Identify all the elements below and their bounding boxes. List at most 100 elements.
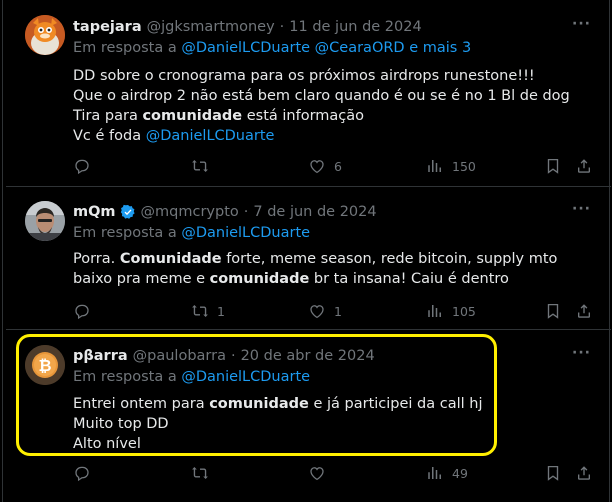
avatar[interactable] [25, 201, 65, 241]
bookmark-icon [547, 158, 559, 174]
tweet-header: tapejara @jgksmartmoney · 11 de jun de 2… [73, 17, 422, 37]
display-name[interactable]: mQm [73, 204, 116, 220]
text-span: está informação [242, 108, 365, 124]
more-icon[interactable]: ··· [572, 16, 591, 32]
timestamp[interactable]: 7 de jun de 2024 [253, 204, 376, 220]
like-button[interactable]: 1 [308, 302, 342, 320]
timestamp[interactable]: 11 de jun de 2024 [289, 19, 421, 35]
avatar-image [25, 201, 65, 241]
text-line: Vc é foda @DanielLCDuarte [73, 126, 593, 146]
views-icon [428, 467, 441, 479]
tweet-text: Entrei ontem para comunidade e já partic… [73, 394, 593, 454]
handle[interactable]: @paulobarra [133, 348, 226, 364]
timestamp[interactable]: 20 de abr de 2024 [241, 348, 375, 364]
share-icon [578, 466, 590, 480]
keyword-highlight: comunidade [142, 108, 243, 124]
repost-icon [192, 160, 208, 172]
bookmark-button[interactable] [544, 302, 562, 320]
views-count: 150 [452, 158, 476, 174]
tweet[interactable]: ₿ pβarra @paulobarra · 20 de abr de 2024… [6, 330, 611, 502]
svg-text:₿: ₿ [38, 356, 51, 375]
text-span: br ta insana! Caiu é dentro [309, 271, 509, 287]
reply-context: Em resposta a @DanielLCDuarte [73, 369, 310, 385]
timeline: tapejara @jgksmartmoney · 11 de jun de 2… [2, 0, 611, 502]
tweet-header: pβarra @paulobarra · 20 de abr de 2024 [73, 346, 375, 366]
like-count: 1 [334, 303, 342, 319]
like-button[interactable]: 6 [308, 157, 342, 175]
avatar[interactable] [25, 15, 65, 55]
keyword-highlight: Comunidade [119, 251, 222, 267]
display-name[interactable]: tapejara [73, 19, 142, 35]
views-count: 49 [452, 465, 468, 481]
like-button[interactable] [308, 464, 334, 482]
reply-mentions[interactable]: @DanielLCDuarte @CearaORD [181, 40, 404, 56]
reply-more-link[interactable]: e mais 3 [409, 40, 471, 56]
tweet[interactable]: mQm @mqmcrypto · 7 de jun de 2024 ··· Em… [6, 187, 611, 330]
views-button[interactable]: 105 [426, 302, 476, 320]
like-icon [310, 305, 324, 319]
repost-count: 1 [217, 303, 225, 319]
repost-icon [192, 305, 208, 317]
display-name[interactable]: pβarra [73, 348, 128, 364]
views-count: 105 [452, 303, 476, 319]
bookmark-button[interactable] [544, 464, 562, 482]
share-button[interactable] [575, 464, 593, 482]
text-span: e já participei da call hj [308, 396, 483, 412]
share-icon [578, 159, 590, 173]
text-line: DD sobre o cronograma para os próximos a… [73, 68, 535, 84]
more-icon[interactable]: ··· [572, 201, 591, 217]
repost-icon [192, 467, 208, 479]
tweet-header: mQm @mqmcrypto · 7 de jun de 2024 [73, 202, 377, 222]
repost-button[interactable] [191, 464, 217, 482]
mention-link[interactable]: @DanielLCDuarte [146, 128, 275, 144]
text-span: Porra. [73, 251, 120, 267]
reply-icon [75, 466, 89, 482]
handle[interactable]: @mqmcrypto [141, 204, 239, 220]
like-icon [310, 160, 324, 174]
reply-prefix: Em resposta a [73, 40, 177, 56]
reply-context: Em resposta a @DanielLCDuarte [73, 225, 310, 241]
views-icon [428, 160, 441, 172]
reply-icon [75, 304, 89, 320]
share-button[interactable] [575, 157, 593, 175]
repost-button[interactable]: 1 [191, 302, 225, 320]
reply-icon [75, 159, 89, 175]
text-line: Entrei ontem para comunidade e já partic… [73, 394, 593, 414]
reply-button[interactable] [73, 157, 99, 175]
like-icon [310, 467, 324, 481]
bookmark-button[interactable] [544, 157, 562, 175]
text-span: Tira para [73, 108, 143, 124]
tweet-actions: 1 1 105 [73, 302, 590, 322]
tweet-text: Porra. Comunidade forte, meme season, re… [73, 249, 593, 289]
views-button[interactable]: 150 [426, 157, 476, 175]
avatar-image [25, 15, 65, 55]
tweet-actions: 49 [73, 464, 590, 484]
more-icon[interactable]: ··· [572, 345, 591, 361]
reply-button[interactable] [73, 464, 99, 482]
share-button[interactable] [575, 302, 593, 320]
text-span: Entrei ontem para [73, 396, 210, 412]
separator: · [243, 204, 249, 220]
like-count: 6 [334, 158, 342, 174]
bookmark-icon [547, 465, 559, 481]
separator: · [279, 19, 285, 35]
reply-mentions[interactable]: @DanielLCDuarte [181, 225, 310, 241]
text-line: Muito top DD [73, 416, 169, 432]
verified-icon [120, 204, 135, 219]
reply-prefix: Em resposta a [73, 369, 177, 385]
avatar-image: ₿ [25, 345, 65, 385]
avatar[interactable]: ₿ [25, 345, 65, 385]
tweet[interactable]: tapejara @jgksmartmoney · 11 de jun de 2… [6, 0, 611, 187]
handle[interactable]: @jgksmartmoney [147, 19, 275, 35]
text-line: Que o airdrop 2 não está bem claro quand… [73, 88, 570, 104]
repost-button[interactable] [191, 157, 217, 175]
keyword-highlight: comunidade [209, 396, 309, 412]
tweet-actions: 6 150 [73, 157, 590, 177]
reply-mentions[interactable]: @DanielLCDuarte [181, 369, 310, 385]
reply-context: Em resposta a @DanielLCDuarte @CearaORD … [73, 40, 471, 56]
reply-button[interactable] [73, 302, 99, 320]
bookmark-icon [547, 303, 559, 319]
views-button[interactable]: 49 [426, 464, 468, 482]
text-span: Vc é foda [73, 128, 146, 144]
text-line: Alto nível [73, 436, 141, 452]
